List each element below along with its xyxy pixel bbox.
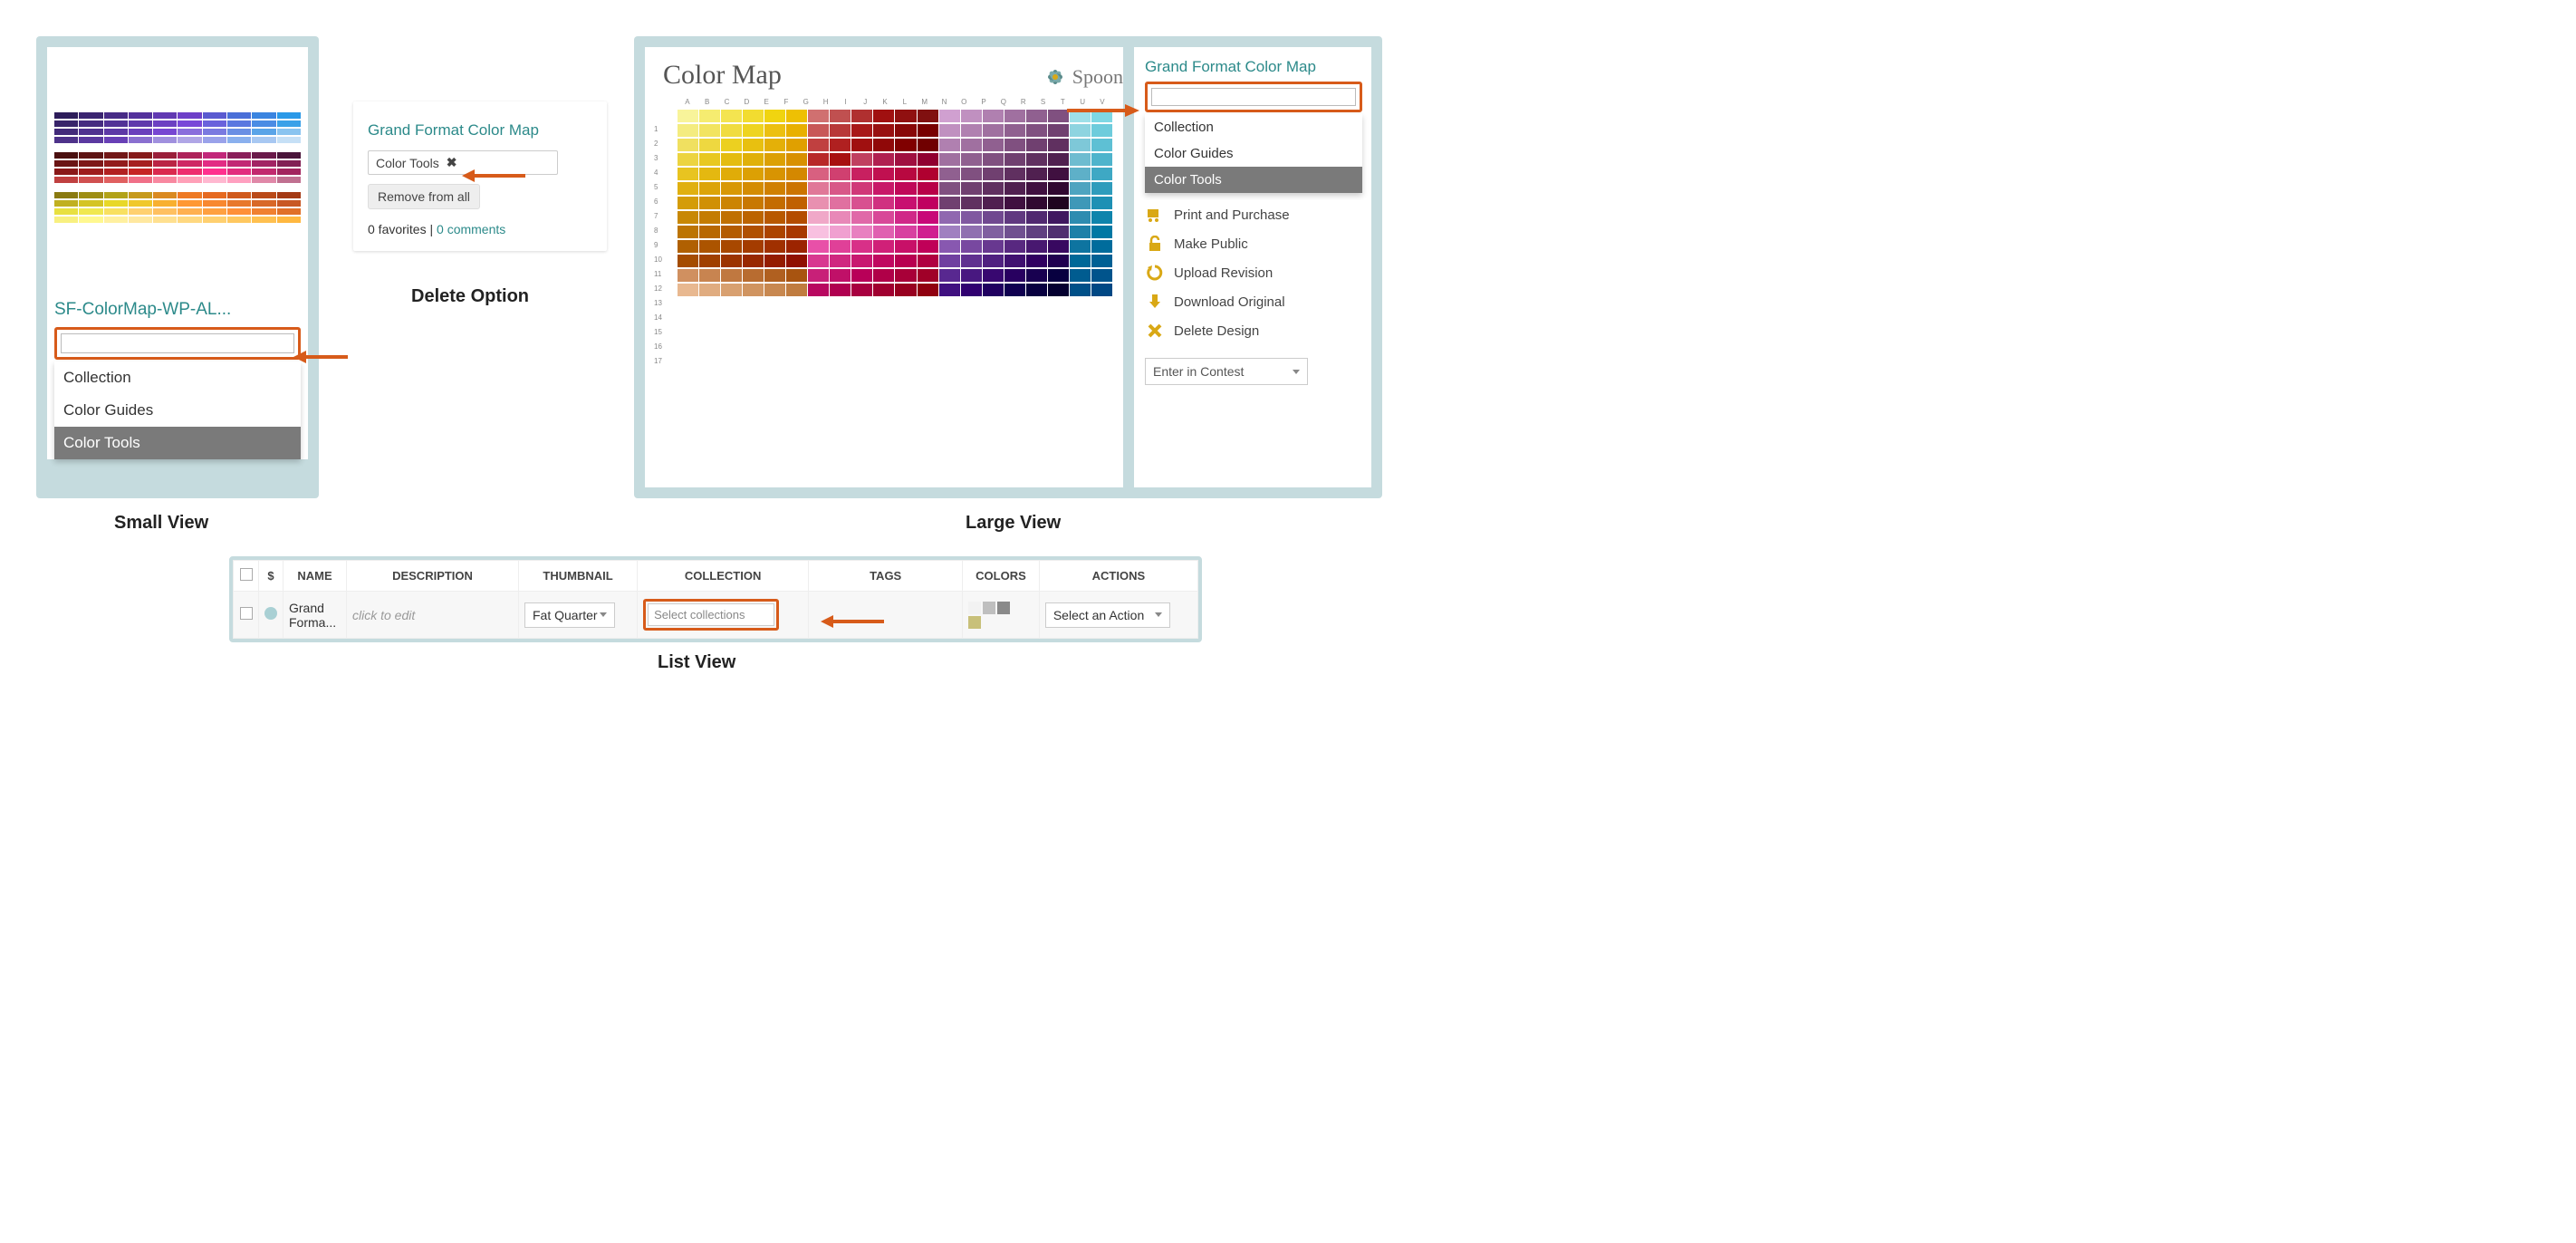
header-colors: COLORS <box>963 561 1040 592</box>
delete-card-title: Grand Format Color Map <box>368 121 592 140</box>
small-view-inner: SF-ColorMap-WP-AL... Collection Color Gu… <box>47 47 308 459</box>
delete-icon <box>1145 321 1165 341</box>
select-all-checkbox[interactable] <box>240 568 253 581</box>
header-dollar: $ <box>259 561 284 592</box>
large-view-panel: Color Map Spoon ABCDEFGHIJKLMN <box>634 36 1382 498</box>
download-original-action[interactable]: Download Original <box>1145 287 1362 316</box>
brand-logo: Spoon <box>1042 63 1123 91</box>
favorites-count: 0 favorites <box>368 222 427 236</box>
list-view-caption: List View <box>658 652 735 673</box>
cart-icon <box>1145 205 1165 225</box>
list-view-panel: $ NAME DESCRIPTION THUMBNAIL COLLECTION … <box>229 556 1202 642</box>
arrow-to-small-dropdown <box>293 346 348 368</box>
refresh-icon <box>1145 263 1165 283</box>
chevron-down-icon <box>600 612 607 617</box>
collection-dropdown: Collection Color Guides Color Tools <box>47 327 308 459</box>
row-name[interactable]: Grand Forma... <box>284 592 347 639</box>
download-icon <box>1145 292 1165 312</box>
header-actions: ACTIONS <box>1039 561 1197 592</box>
design-large-image[interactable]: Color Map Spoon ABCDEFGHIJKLMN <box>645 47 1123 487</box>
side-item-color-guides[interactable]: Color Guides <box>1145 140 1362 167</box>
column-letters: ABCDEFGHIJKLMNOPQRSTUV <box>678 98 1112 106</box>
flower-icon <box>1042 63 1069 91</box>
large-view-caption: Large View <box>966 513 1061 534</box>
arrow-to-remove-chip <box>462 165 525 187</box>
lock-icon <box>1145 234 1165 254</box>
chevron-down-icon <box>1293 370 1300 374</box>
description-field[interactable]: click to edit <box>352 608 415 622</box>
side-collection-input[interactable] <box>1145 82 1362 112</box>
side-collection-list: Collection Color Guides Color Tools <box>1145 114 1362 193</box>
chip-label: Color Tools <box>376 156 439 170</box>
design-title[interactable]: SF-ColorMap-WP-AL... <box>47 287 308 327</box>
remove-from-all-button[interactable]: Remove from all <box>368 184 480 209</box>
collection-dropdown-input[interactable] <box>54 327 301 360</box>
collection-input[interactable]: Select collections <box>643 599 779 631</box>
row-checkbox[interactable] <box>240 607 253 620</box>
small-view-caption: Small View <box>114 513 208 534</box>
dropdown-item-color-tools[interactable]: Color Tools <box>54 427 301 459</box>
thumbnail-select[interactable]: Fat Quarter <box>524 602 615 628</box>
delete-design-action[interactable]: Delete Design <box>1145 316 1362 345</box>
meta-line: 0 favorites | 0 comments <box>368 222 592 236</box>
arrow-to-large-dropdown <box>1067 100 1139 121</box>
dropdown-item-collection[interactable]: Collection <box>54 361 301 394</box>
upload-revision-action[interactable]: Upload Revision <box>1145 258 1362 287</box>
enter-contest-select[interactable]: Enter in Contest <box>1145 358 1308 385</box>
chevron-down-icon <box>1155 612 1162 617</box>
actions-list: Print and Purchase Make Public Upload Re… <box>1145 200 1362 345</box>
header-thumbnail: THUMBNAIL <box>519 561 638 592</box>
table-row: Grand Forma... click to edit Fat Quarter… <box>234 592 1198 639</box>
header-description: DESCRIPTION <box>347 561 519 592</box>
arrow-to-list-collection <box>821 611 884 632</box>
comments-link[interactable]: 0 comments <box>437 222 505 236</box>
color-swatches <box>968 602 1023 629</box>
make-public-action[interactable]: Make Public <box>1145 229 1362 258</box>
row-numbers: 1234567891011121314151617 <box>654 125 662 371</box>
header-collection: COLLECTION <box>638 561 809 592</box>
side-item-color-tools[interactable]: Color Tools <box>1145 167 1362 193</box>
side-title[interactable]: Grand Format Color Map <box>1145 58 1362 76</box>
action-select[interactable]: Select an Action <box>1045 602 1170 628</box>
designs-table: $ NAME DESCRIPTION THUMBNAIL COLLECTION … <box>233 560 1198 639</box>
print-purchase-action[interactable]: Print and Purchase <box>1145 200 1362 229</box>
remove-chip-icon[interactable]: ✖ <box>447 155 457 170</box>
side-panel: Grand Format Color Map Collection Color … <box>1134 47 1371 487</box>
header-tags: TAGS <box>809 561 963 592</box>
header-name: NAME <box>284 561 347 592</box>
design-thumbnail[interactable] <box>47 47 308 287</box>
small-view-panel: SF-ColorMap-WP-AL... Collection Color Gu… <box>36 36 319 498</box>
collection-dropdown-list: Collection Color Guides Color Tools <box>54 361 301 459</box>
dropdown-item-color-guides[interactable]: Color Guides <box>54 394 301 427</box>
status-indicator <box>264 607 277 620</box>
side-item-collection[interactable]: Collection <box>1145 114 1362 140</box>
delete-option-caption: Delete Option <box>411 286 529 307</box>
